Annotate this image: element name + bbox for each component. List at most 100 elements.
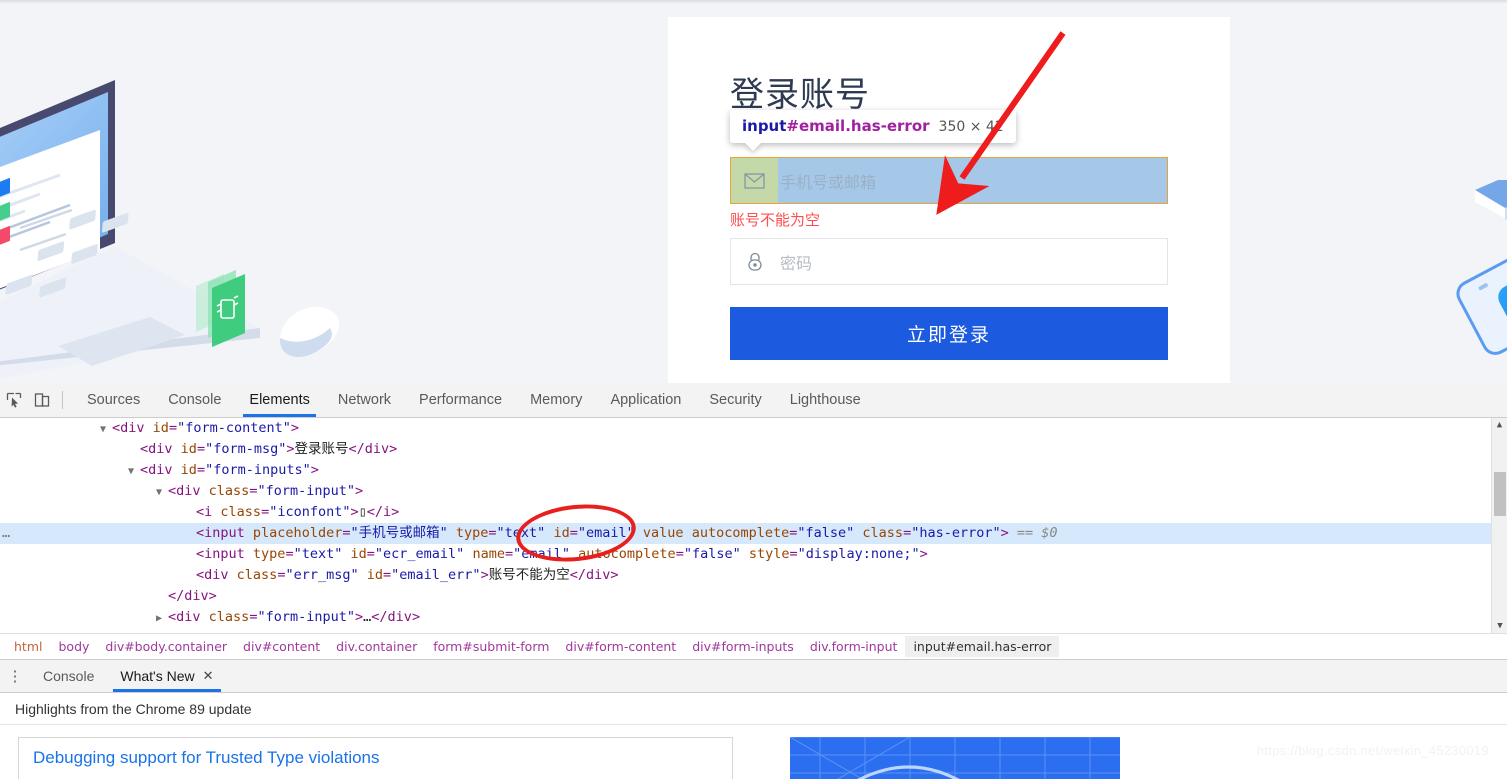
code-token-txt: 账号不能为空 — [489, 567, 570, 583]
code-token-punct: > — [311, 462, 319, 478]
login-submit-button[interactable]: 立即登录 — [730, 307, 1168, 360]
password-field[interactable]: 密码 — [730, 238, 1168, 285]
disclosure-triangle-icon[interactable]: ▼ — [100, 419, 112, 440]
breadcrumb-item[interactable]: body — [50, 636, 97, 657]
drawer-tab-label: Console — [43, 668, 94, 684]
close-icon[interactable]: ✕ — [203, 668, 214, 684]
code-token-punct: > — [350, 504, 358, 520]
code-token-attrname: class — [209, 609, 250, 625]
code-token-punct: </ — [371, 609, 387, 625]
devtools-tab-sources[interactable]: Sources — [73, 383, 154, 417]
breadcrumb-item[interactable]: html — [6, 636, 50, 657]
devtools-tab-performance[interactable]: Performance — [405, 383, 516, 417]
dom-tree-line[interactable]: <div class="err_msg" id="email_err">账号不能… — [0, 565, 1507, 586]
code-token-attrname: id — [367, 567, 383, 583]
code-token-sp — [684, 525, 692, 541]
devtools-tab-network[interactable]: Network — [324, 383, 405, 417]
breadcrumb-item[interactable]: div#form-content — [557, 636, 684, 657]
devtools-tab-security[interactable]: Security — [695, 383, 775, 417]
code-token-punct: = — [790, 546, 798, 562]
code-token-tagname: i — [383, 504, 391, 520]
breadcrumb-item[interactable]: input#email.has-error — [905, 636, 1059, 657]
devtools-tab-application[interactable]: Application — [596, 383, 695, 417]
dom-tree-line[interactable]: ▶<div class="form-input">…</div> — [0, 607, 1507, 628]
code-token-tagname: div — [148, 441, 172, 457]
element-inspector-tooltip: input#email.has-error 350 × 42 — [730, 110, 1016, 143]
breadcrumb-item[interactable]: div#content — [235, 636, 328, 657]
code-token-tagname: div — [388, 609, 412, 625]
devtools-drawer: ⋮ ConsoleWhat's New✕ Highlights from the… — [0, 659, 1507, 779]
code-token-punct: > — [412, 609, 420, 625]
devtools-tab-console[interactable]: Console — [154, 383, 235, 417]
disclosure-triangle-icon[interactable]: ▶ — [156, 608, 168, 629]
breadcrumb-item[interactable]: div.container — [328, 636, 425, 657]
code-token-attrval: "form-content" — [177, 420, 291, 436]
scrollbar-thumb[interactable] — [1494, 472, 1506, 516]
kebab-menu-icon[interactable]: ⋮ — [0, 667, 30, 685]
code-token-tagname: div — [176, 483, 200, 499]
dom-tree-line[interactable]: <i class="iconfont">▯</i> — [0, 502, 1507, 523]
browser-page-viewport: 登录账号 手机号或邮箱 账号不能为空 — [0, 0, 1507, 383]
disclosure-triangle-icon[interactable]: ▼ — [156, 482, 168, 503]
code-token-attrname: class — [862, 525, 903, 541]
devtools-tab-memory[interactable]: Memory — [516, 383, 596, 417]
dom-tree-line[interactable]: ▼<div id="form-inputs"> — [0, 460, 1507, 481]
breadcrumb-item[interactable]: div.form-input — [802, 636, 906, 657]
code-token-punct: </ — [168, 588, 184, 604]
breadcrumb-item[interactable]: div#form-inputs — [684, 636, 802, 657]
code-token-punct: = — [197, 441, 205, 457]
dom-tree-scrollbar[interactable]: ▲ ▼ — [1491, 418, 1507, 633]
code-token-tagname: div — [586, 567, 610, 583]
devtools-tab-elements[interactable]: Elements — [235, 383, 323, 417]
dom-tree-line[interactable]: </div> — [0, 586, 1507, 607]
cursor-select-icon[interactable] — [0, 387, 28, 413]
mail-icon — [731, 158, 778, 203]
whats-new-body: Debugging support for Trusted Type viola… — [0, 725, 1507, 779]
code-token-punct: </ — [367, 504, 383, 520]
email-field[interactable]: 手机号或邮箱 — [730, 157, 1168, 204]
code-token-attrname: id — [351, 546, 367, 562]
drawer-tab-what-s-new[interactable]: What's New ✕ — [107, 660, 226, 692]
code-token-attrname: placeholder — [253, 525, 342, 541]
dom-tree-line[interactable]: ▼<div class="form-input"> — [0, 481, 1507, 502]
breadcrumb-item[interactable]: div#body.container — [97, 636, 235, 657]
scroll-up-arrow[interactable]: ▲ — [1492, 418, 1507, 432]
scroll-down-arrow[interactable]: ▼ — [1492, 619, 1507, 633]
devtools-tab-lighthouse[interactable]: Lighthouse — [776, 383, 875, 417]
code-token-sp — [201, 609, 209, 625]
code-token-punct: < — [196, 546, 204, 562]
email-error-message: 账号不能为空 — [730, 209, 1168, 230]
code-token-attrval: "手机号或邮箱" — [350, 525, 447, 541]
code-token-punct: = — [367, 546, 375, 562]
dom-tree-line[interactable]: …<input placeholder="手机号或邮箱" type="text"… — [0, 523, 1507, 544]
elements-dom-tree[interactable]: ▼<div id="form-content"><div id="form-ms… — [0, 418, 1507, 633]
disclosure-triangle-icon[interactable]: ▼ — [128, 461, 140, 482]
code-token-punct: > — [610, 567, 618, 583]
code-token-punct: > — [1001, 525, 1009, 541]
code-token-sp — [741, 546, 749, 562]
code-token-attrname: name — [472, 546, 505, 562]
code-token-punct: > — [920, 546, 928, 562]
code-token-attrname: class — [220, 504, 261, 520]
code-token-tagname: input — [204, 546, 245, 562]
code-token-dollar: == $0 — [1017, 525, 1058, 541]
code-token-attrval: "text" — [294, 546, 343, 562]
dom-tree-line[interactable]: <div id="form-msg">登录账号</div> — [0, 439, 1507, 460]
watermark-text: https://blog.csdn.net/weixin_45230019 — [1257, 743, 1489, 758]
email-placeholder-text: 手机号或邮箱 — [780, 169, 876, 193]
whats-new-card[interactable]: Debugging support for Trusted Type viola… — [18, 737, 733, 779]
drawer-tab-console[interactable]: Console — [30, 660, 107, 692]
code-token-punct: = — [676, 546, 684, 562]
drawer-tab-label: What's New — [120, 668, 194, 684]
breadcrumb: htmlbodydiv#body.containerdiv#contentdiv… — [0, 633, 1507, 659]
device-toolbar-icon[interactable] — [28, 387, 56, 413]
code-token-attrval: "has-error" — [911, 525, 1000, 541]
code-token-attrval: "iconfont" — [269, 504, 350, 520]
whats-new-card-title[interactable]: Debugging support for Trusted Type viola… — [33, 748, 718, 768]
dom-tree-line[interactable]: <input type="text" id="ecr_email" name="… — [0, 544, 1507, 565]
code-token-punct: < — [140, 441, 148, 457]
drawer-tab-bar: ⋮ Console What's New ✕ — [0, 660, 1507, 693]
breadcrumb-item[interactable]: form#submit-form — [425, 636, 557, 657]
dom-tree-line[interactable]: ▼<div id="form-content"> — [0, 418, 1507, 439]
code-token-tagname: div — [120, 420, 144, 436]
